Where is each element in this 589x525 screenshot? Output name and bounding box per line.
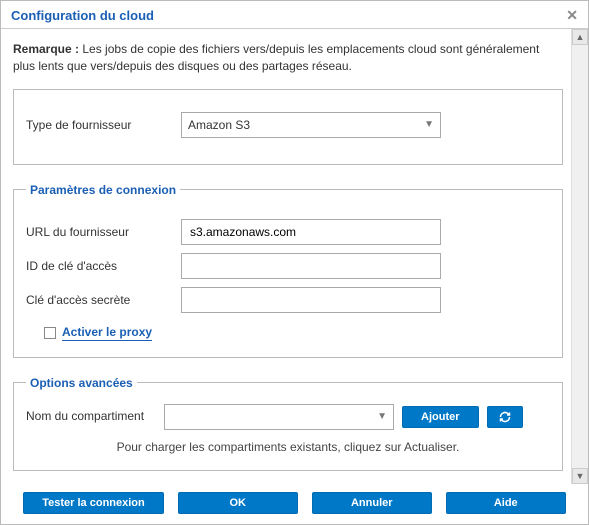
access-id-input[interactable] <box>188 258 434 274</box>
cloud-config-dialog: Configuration du cloud ✕ Remarque : Les … <box>0 0 589 525</box>
connection-fieldset: Paramètres de connexion URL du fournisse… <box>13 183 563 358</box>
vendor-row: Type de fournisseur Amazon S3 ▼ <box>26 112 550 138</box>
advanced-legend: Options avancées <box>26 376 137 390</box>
proxy-label[interactable]: Activer le proxy <box>62 325 152 341</box>
cancel-button[interactable]: Annuler <box>312 492 432 514</box>
refresh-icon <box>498 411 512 423</box>
bucket-hint: Pour charger les compartiments existants… <box>26 440 550 454</box>
url-label: URL du fournisseur <box>26 225 171 239</box>
ok-button[interactable]: OK <box>178 492 298 514</box>
access-id-row: ID de clé d'accès <box>26 253 550 279</box>
secret-label: Clé d'accès secrète <box>26 293 171 307</box>
proxy-checkbox[interactable] <box>44 327 56 339</box>
refresh-button[interactable] <box>487 406 523 428</box>
test-connection-button[interactable]: Tester la connexion <box>23 492 164 514</box>
secret-row: Clé d'accès secrète <box>26 287 550 313</box>
content-area: Remarque : Les jobs de copie des fichier… <box>1 29 571 484</box>
proxy-row: Activer le proxy <box>44 325 550 341</box>
remark-body: Les jobs de copie des fichiers vers/depu… <box>13 42 539 73</box>
url-input-wrap <box>181 219 441 245</box>
url-row: URL du fournisseur <box>26 219 550 245</box>
advanced-fieldset: Options avancées Nom du compartiment ▼ A… <box>13 376 563 471</box>
url-input[interactable] <box>188 224 434 240</box>
secret-input-wrap <box>181 287 441 313</box>
vendor-fieldset: Type de fournisseur Amazon S3 ▼ <box>13 89 563 165</box>
content-outer: Remarque : Les jobs de copie des fichier… <box>1 29 588 484</box>
dialog-title: Configuration du cloud <box>11 8 154 23</box>
scroll-up-icon[interactable]: ▲ <box>572 29 588 45</box>
remark-text: Remarque : Les jobs de copie des fichier… <box>13 41 563 75</box>
chevron-down-icon: ▼ <box>424 119 434 130</box>
access-id-input-wrap <box>181 253 441 279</box>
access-id-label: ID de clé d'accès <box>26 259 171 273</box>
bucket-select[interactable]: ▼ <box>164 404 394 430</box>
bucket-row: Nom du compartiment ▼ Ajouter <box>26 404 550 430</box>
scrollbar[interactable]: ▲ ▼ <box>571 29 588 484</box>
bucket-label: Nom du compartiment <box>26 409 156 425</box>
title-bar: Configuration du cloud ✕ <box>1 1 588 29</box>
connection-legend: Paramètres de connexion <box>26 183 180 197</box>
dialog-footer: Tester la connexion OK Annuler Aide <box>1 484 588 524</box>
vendor-select[interactable]: Amazon S3 ▼ <box>181 112 441 138</box>
vendor-select-value: Amazon S3 <box>188 118 250 132</box>
close-icon[interactable]: ✕ <box>566 7 578 24</box>
remark-label: Remarque : <box>13 42 79 56</box>
chevron-down-icon: ▼ <box>377 411 387 422</box>
vendor-label: Type de fournisseur <box>26 118 171 132</box>
help-button[interactable]: Aide <box>446 492 566 514</box>
add-button[interactable]: Ajouter <box>402 406 479 428</box>
secret-input[interactable] <box>188 292 434 308</box>
scroll-down-icon[interactable]: ▼ <box>572 468 588 484</box>
